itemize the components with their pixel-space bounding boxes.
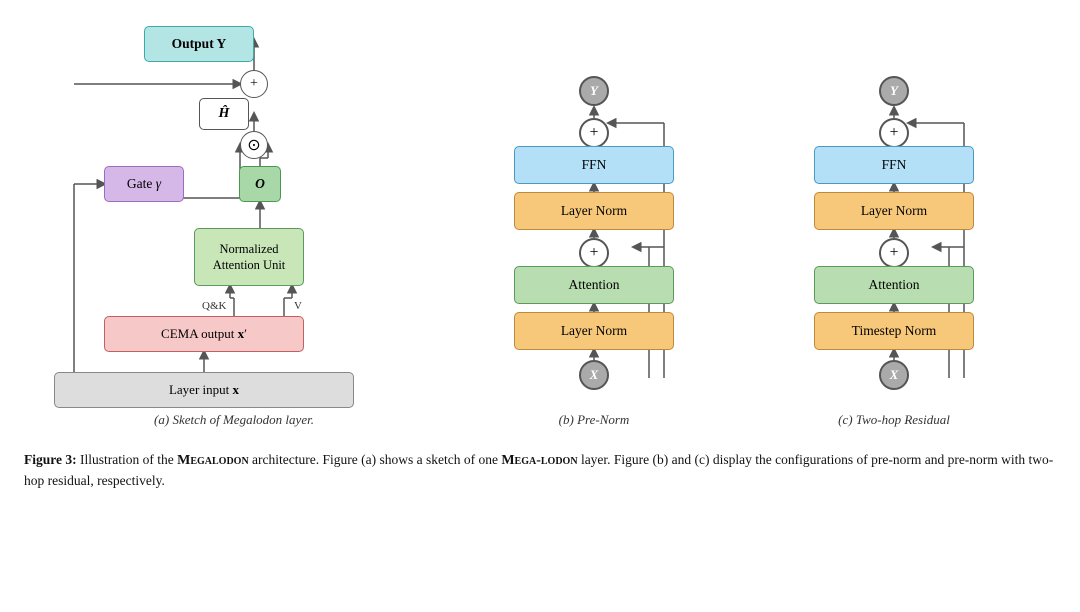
gate-box: Gate γ <box>104 166 184 202</box>
figure-b-caption: (b) Pre-Norm <box>559 412 630 428</box>
qk-label: Q&K <box>202 300 226 312</box>
b-ffn-box: FFN <box>514 146 674 184</box>
c-ffn-box: FFN <box>814 146 974 184</box>
c-y-circle: Y <box>879 76 909 106</box>
c-plus-top: + <box>879 118 909 148</box>
b-layernorm-bot: Layer Norm <box>514 312 674 350</box>
c-timestepnorm-box: Timestep Norm <box>814 312 974 350</box>
o-box: O <box>239 166 281 202</box>
c-x-circle: X <box>879 360 909 390</box>
b-plus-mid: + <box>579 238 609 268</box>
cema-box: CEMA output x′ <box>104 316 304 352</box>
figure-a-caption: (a) Sketch of Megalodon layer. <box>154 412 314 428</box>
v-label: V <box>294 300 302 312</box>
input-box: Layer input x <box>54 372 354 408</box>
figure-c-caption: (c) Two-hop Residual <box>838 412 950 428</box>
hhat-box: Ĥ <box>199 98 249 130</box>
figure-caption-label: Figure 3: <box>24 452 77 467</box>
figure-b: Y + FFN Layer Norm + Attention <box>444 18 744 438</box>
c-layernorm-top: Layer Norm <box>814 192 974 230</box>
figure-caption: Figure 3: Illustration of the Megalodon … <box>24 450 1056 491</box>
b-attention-box: Attention <box>514 266 674 304</box>
c-attention-box: Attention <box>814 266 974 304</box>
plus-circle-top: + <box>240 70 268 98</box>
dot-circle: ⊙ <box>240 131 268 159</box>
c-plus-mid: + <box>879 238 909 268</box>
figure-a-diagram: Output Y + Ĥ ⊙ Gate γ O <box>44 18 424 408</box>
figure-a: Output Y + Ĥ ⊙ Gate γ O <box>24 18 444 438</box>
output-box: Output Y <box>144 26 254 62</box>
figure-b-diagram: Y + FFN Layer Norm + Attention <box>494 18 694 408</box>
nau-box: NormalizedAttention Unit <box>194 228 304 286</box>
b-x-circle: X <box>579 360 609 390</box>
b-layernorm-top: Layer Norm <box>514 192 674 230</box>
figure-c: Y + FFN Layer Norm + Attention <box>744 18 1044 438</box>
figure-c-diagram: Y + FFN Layer Norm + Attention <box>794 18 994 408</box>
b-plus-top: + <box>579 118 609 148</box>
figure-caption-text: Illustration of the Megalodon architectu… <box>24 452 1053 488</box>
b-y-circle: Y <box>579 76 609 106</box>
figures-row: Output Y + Ĥ ⊙ Gate γ O <box>24 18 1056 438</box>
